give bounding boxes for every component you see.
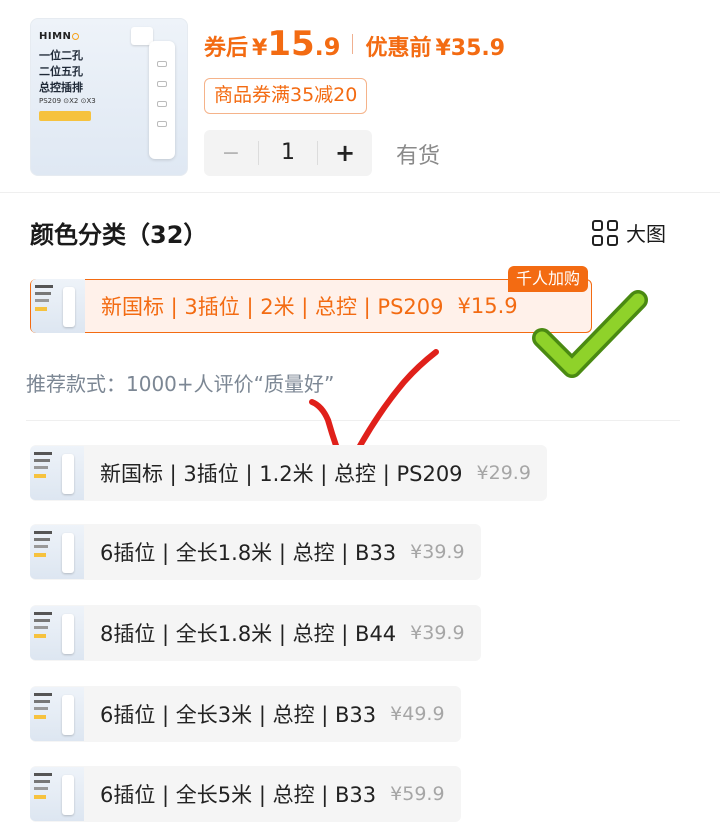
recommend-text: 推荐款式：1000+人评价“质量好” — [26, 372, 335, 396]
option-price: ¥29.9 — [476, 462, 531, 484]
popular-tag: 千人加购 — [508, 266, 589, 292]
option-item[interactable]: 新国标 | 3插位 | 1.2米 | 总控 | PS209 ¥29.9 — [30, 445, 547, 501]
grid-icon — [592, 219, 618, 246]
brand-logo: HIMN — [39, 31, 80, 42]
coupon-price-label: 券后 — [204, 36, 249, 61]
thumbnail-badges: PS209 ⊙X2 ⊙X3 — [39, 97, 96, 105]
option-thumbnail — [30, 446, 84, 500]
option-item[interactable]: 8插位 | 全长1.8米 | 总控 | B44 ¥39.9 — [30, 605, 481, 661]
option-price: ¥39.9 — [410, 622, 465, 644]
big-view-toggle[interactable]: 大图 — [592, 218, 666, 247]
price-row: 券后 ¥ 15 .9 优惠前 ¥35.9 — [204, 24, 505, 64]
decrease-button[interactable]: − — [204, 141, 258, 166]
product-thumbnail[interactable]: HIMN 一位二孔 二位五孔 总控插排 PS209 ⊙X2 ⊙X3 — [30, 18, 188, 176]
option-thumbnail — [30, 525, 84, 579]
option-item[interactable]: 6插位 | 全长1.8米 | 总控 | B33 ¥39.9 — [30, 524, 481, 580]
divider — [26, 420, 680, 421]
divider — [0, 192, 720, 193]
price-divider — [352, 34, 354, 54]
big-view-label: 大图 — [626, 222, 666, 246]
option-thumbnail — [30, 767, 84, 821]
original-price: ¥35.9 — [435, 36, 506, 61]
power-strip-image — [149, 41, 175, 159]
coupon-price-decimal: .9 — [314, 33, 341, 61]
option-thumbnail — [30, 687, 84, 741]
thumbnail-text-line: 二位五孔 — [39, 65, 83, 78]
option-price: ¥59.9 — [390, 783, 445, 805]
quantity-stepper: − 1 + — [204, 130, 372, 176]
option-price: ¥49.9 — [390, 703, 445, 725]
option-price: ¥39.9 — [410, 541, 465, 563]
quantity-input[interactable]: 1 — [258, 141, 318, 165]
option-label: 6插位 | 全长1.8米 | 总控 | B33 — [100, 541, 397, 565]
increase-button[interactable]: + — [318, 139, 372, 167]
original-price-label: 优惠前 — [365, 36, 432, 61]
currency-symbol: ¥ — [252, 36, 268, 61]
coupon-badge[interactable]: 商品券满35减20 — [204, 78, 368, 114]
stock-status: 有货 — [396, 144, 441, 169]
option-price: ¥15.9 — [457, 294, 518, 318]
option-label: 新国标 | 3插位 | 1.2米 | 总控 | PS209 — [100, 462, 463, 486]
option-label: 8插位 | 全长1.8米 | 总控 | B44 — [100, 622, 397, 646]
option-item[interactable]: 6插位 | 全长3米 | 总控 | B33 ¥49.9 — [30, 686, 461, 742]
option-label: 6插位 | 全长5米 | 总控 | B33 — [100, 783, 377, 807]
option-thumbnail — [31, 279, 85, 333]
thumbnail-yellow-tag — [39, 111, 91, 121]
section-title: 颜色分类（32） — [30, 221, 208, 249]
option-label: 6插位 | 全长3米 | 总控 | B33 — [100, 703, 377, 727]
option-item[interactable]: 6插位 | 全长5米 | 总控 | B33 ¥59.9 — [30, 766, 461, 822]
thumbnail-text-line: 总控插排 — [39, 81, 83, 94]
thumbnail-text-line: 一位二孔 — [39, 49, 83, 62]
option-label: 新国标 | 3插位 | 2米 | 总控 | PS209 — [101, 295, 444, 319]
product-header: HIMN 一位二孔 二位五孔 总控插排 PS209 ⊙X2 ⊙X3 券后 ¥ 1… — [0, 0, 720, 190]
option-thumbnail — [30, 606, 84, 660]
coupon-price-integer: 15 — [267, 24, 315, 64]
